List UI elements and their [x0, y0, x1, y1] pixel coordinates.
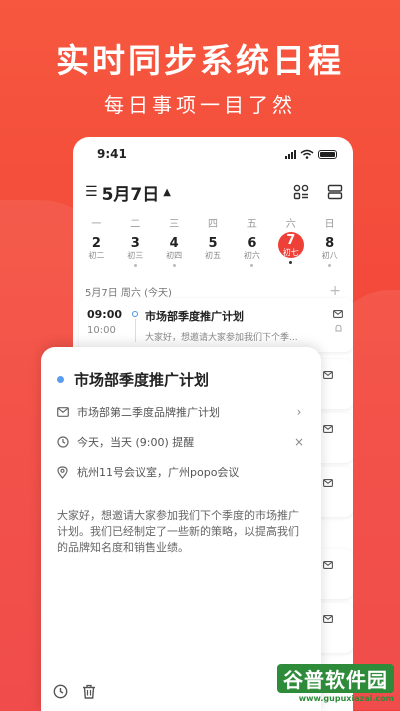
event-dot — [289, 261, 293, 264]
watermark-url: www.gupuxiazai.com — [298, 694, 394, 703]
date-number: 6 — [247, 236, 257, 251]
calendar-header: ☰ 5月7日 ▲ — [73, 171, 353, 213]
detail-toolbar — [53, 684, 96, 699]
weekday-label: 二 — [130, 219, 141, 230]
clock-icon[interactable] — [53, 684, 68, 699]
selected-date-circle: 7 初七 — [277, 232, 304, 258]
chevron-right-icon[interactable]: › — [293, 405, 305, 419]
event-dot — [328, 264, 332, 267]
clock-icon — [57, 436, 69, 448]
location-text: 杭州11号会议室，广州popo会议 — [77, 466, 240, 479]
lunar-date: 初六 — [243, 251, 260, 260]
detail-reminder-row[interactable]: 今天，当天 (9:00) 提醒 × — [57, 434, 305, 450]
event-dot — [250, 264, 254, 267]
close-icon[interactable]: × — [293, 435, 305, 449]
lunar-date: 初七 — [282, 247, 299, 257]
date-number: 5 — [208, 236, 218, 251]
date-cell[interactable]: 3 初三 — [116, 236, 155, 274]
email-subject: 市场部第二季度品牌推广计划 — [77, 406, 220, 419]
mail-icon — [323, 371, 333, 379]
date-number: 3 — [130, 236, 140, 251]
bell-icon — [335, 324, 341, 332]
status-time: 9:41 — [97, 147, 127, 161]
add-event-icon[interactable]: + — [329, 283, 341, 299]
lunar-date: 初五 — [205, 251, 221, 260]
day-label: 5月7日 周六 (今天) — [85, 287, 172, 299]
event-start-time: 09:00 — [87, 308, 123, 321]
month-title: 5月7日 — [101, 184, 160, 205]
signal-icon — [285, 149, 296, 159]
timeline-marker — [129, 308, 141, 342]
date-cell[interactable]: 2 初二 — [77, 236, 116, 274]
mail-icon — [333, 310, 343, 318]
mail-icon — [323, 425, 333, 433]
event-color-dot — [57, 376, 64, 383]
promo-subline: 每日事项一目了然 — [104, 93, 296, 117]
detail-title: 市场部季度推广计划 — [74, 371, 210, 389]
event-description: 大家好，想邀请大家参加我们下个季... — [145, 333, 298, 342]
mail-icon — [323, 479, 333, 487]
event-time: 09:00 10:00 — [87, 308, 129, 342]
detail-location-row[interactable]: 杭州11号会议室，广州popo会议 — [57, 464, 305, 480]
event-title: 市场部季度推广计划 — [145, 310, 244, 323]
date-number: 8 — [325, 236, 335, 251]
event-end-time: 10:00 — [87, 325, 116, 336]
trash-icon[interactable] — [82, 684, 96, 699]
weekday-row: 一 二 三 四 五 六 日 — [73, 215, 353, 230]
date-cell[interactable]: 5 初五 — [194, 236, 233, 274]
weekday-label: 一 — [91, 219, 102, 230]
wifi-icon — [300, 149, 314, 159]
watermark-logo: 谷普软件园 — [277, 664, 394, 693]
promo-headline: 实时同步系统日程 — [56, 41, 344, 80]
month-selector[interactable]: ☰ 5月7日 ▲ — [85, 180, 171, 205]
mail-icon — [57, 407, 69, 417]
caret-up-icon: ▲ — [163, 186, 171, 198]
list-view-icon[interactable] — [327, 184, 343, 200]
mail-icon — [323, 615, 333, 623]
detail-description: 大家好，想邀请大家参加我们下个季度的市场推广计划。我们已经制定了一些新的策略，以… — [57, 509, 299, 554]
lunar-date: 初三 — [127, 251, 144, 260]
battery-icon — [318, 149, 337, 159]
event-detail-sheet: 市场部季度推广计划 市场部第二季度品牌推广计划 › 今天，当天 (9:00) 提… — [41, 347, 321, 711]
detail-email-row[interactable]: 市场部第二季度品牌推广计划 › — [57, 404, 305, 420]
lunar-date: 初四 — [166, 251, 183, 260]
mail-icon — [323, 561, 333, 569]
status-icons — [285, 149, 337, 159]
date-cell[interactable]: 8 初八 — [310, 236, 349, 274]
weekday-label: 日 — [324, 219, 335, 230]
event-dot — [172, 264, 176, 267]
date-cell-selected[interactable]: 7 初七 — [271, 232, 310, 274]
site-watermark: 谷普软件园 www.gupuxiazai.com — [277, 664, 394, 703]
date-number: 2 — [91, 236, 101, 251]
date-cell[interactable]: 4 初四 — [155, 236, 194, 274]
weekday-label: 三 — [169, 219, 180, 230]
grid-view-icon[interactable] — [293, 184, 309, 200]
weekday-label: 四 — [208, 219, 218, 230]
location-icon — [57, 465, 68, 479]
date-number: 4 — [169, 236, 179, 251]
menu-icon[interactable]: ☰ — [85, 184, 98, 200]
weekday-label: 五 — [246, 219, 257, 230]
lunar-date: 初二 — [88, 251, 105, 260]
weekday-label: 六 — [285, 219, 296, 230]
date-row: 2 初二 3 初三 4 初四 5 初五 6 初六 7 初七 8 初八 — [73, 232, 353, 274]
lunar-date: 初八 — [321, 251, 338, 260]
reminder-text: 今天，当天 (9:00) 提醒 — [77, 436, 195, 449]
date-cell[interactable]: 6 初六 — [232, 236, 271, 274]
status-bar: 9:41 — [73, 137, 353, 171]
event-card[interactable]: 09:00 10:00 市场部季度推广计划 大家好，想邀请大家参加我们下个季..… — [79, 298, 353, 352]
event-dot — [133, 264, 137, 267]
date-number: 7 — [286, 232, 296, 248]
detail-title-row: 市场部季度推广计划 — [57, 369, 305, 390]
